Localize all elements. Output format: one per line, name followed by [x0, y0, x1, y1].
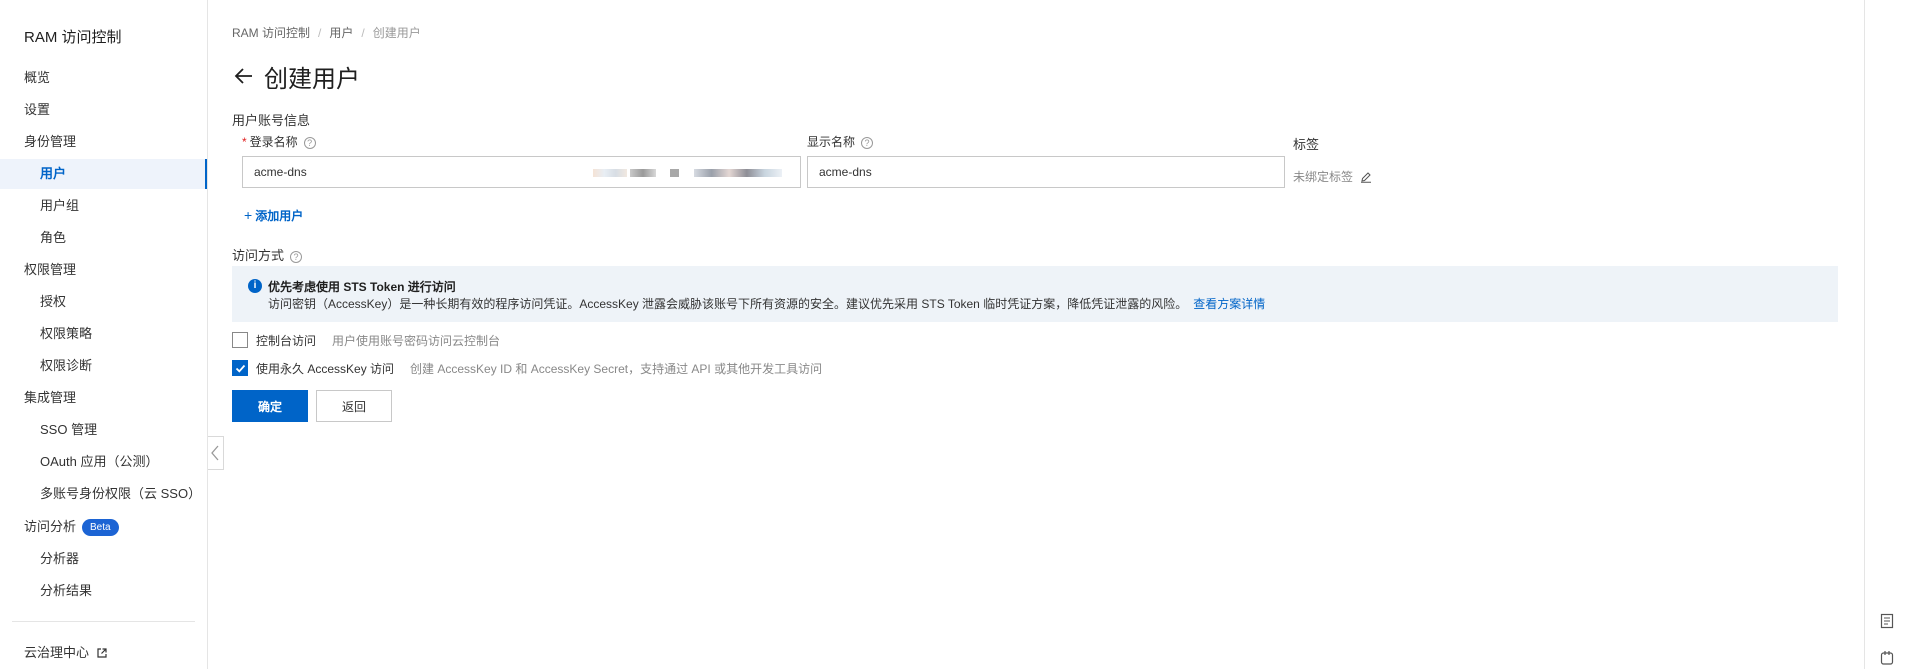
sidebar-item-sso[interactable]: SSO 管理: [40, 420, 97, 440]
edit-icon[interactable]: [1360, 171, 1372, 183]
redacted-text: [694, 169, 782, 177]
chevron-left-icon: [211, 445, 219, 461]
sidebar-item-users[interactable]: 用户: [40, 164, 66, 184]
beta-badge: Beta: [82, 519, 119, 536]
sidebar-title: RAM 访问控制: [24, 29, 122, 46]
tag-label: 标签: [1293, 137, 1320, 152]
access-section-label-text: 访问方式: [232, 248, 285, 263]
console-access-option[interactable]: 控制台访问 用户使用账号密码访问云控制台: [232, 331, 500, 349]
info-icon: i: [248, 279, 262, 293]
accesskey-label: 使用永久 AccessKey 访问: [256, 361, 395, 376]
console-access-checkbox[interactable]: [232, 332, 248, 348]
confirm-button[interactable]: 确定: [232, 390, 308, 422]
arrow-left-icon[interactable]: [232, 64, 256, 88]
display-name-input[interactable]: [807, 156, 1285, 188]
breadcrumb-separator: /: [318, 26, 322, 40]
page-header: 创建用户: [232, 60, 360, 93]
sidebar-group-integration[interactable]: 集成管理: [24, 388, 76, 408]
sidebar-collapse-button[interactable]: [208, 436, 224, 470]
breadcrumb-ram[interactable]: RAM 访问控制: [232, 26, 310, 40]
accesskey-checkbox[interactable]: [232, 360, 248, 376]
sidebar-item-users-active[interactable]: [0, 159, 207, 189]
sidebar-group-access-analysis[interactable]: 访问分析 Beta: [24, 517, 119, 537]
alert-body-text: 访问密钥（AccessKey）是一种长期有效的程序访问凭证。AccessKey …: [268, 297, 1188, 311]
page-title: 创建用户: [264, 65, 360, 93]
tag-value: 未绑定标签: [1293, 168, 1372, 185]
sidebar-item-multi-account[interactable]: 多账号身份权限（云 SSO）: [40, 484, 201, 504]
sidebar-item-diagnosis[interactable]: 权限诊断: [40, 356, 92, 376]
help-icon[interactable]: ?: [290, 251, 303, 263]
right-toolbar: [1864, 0, 1907, 669]
external-link-icon: [97, 648, 107, 658]
console-access-label: 控制台访问: [256, 333, 317, 348]
app-root: RAM 访问控制 概览 设置 身份管理 用户 用户组 角色 权限管理 授权 权限…: [0, 0, 1907, 669]
sidebar-item-grants[interactable]: 授权: [40, 292, 66, 312]
main-content: RAM 访问控制 / 用户 / 创建用户 创建用户 用户账号信息 *登录名称? 显示名称…: [232, 0, 1852, 669]
add-user-label: 添加用户: [255, 209, 304, 223]
accesskey-desc: 创建 AccessKey ID 和 AccessKey Secret，支持通过 …: [410, 361, 823, 376]
display-name-label: 显示名称?: [807, 133, 874, 150]
help-icon[interactable]: ?: [303, 137, 316, 149]
alert-title: 优先考虑使用 STS Token 进行访问: [268, 280, 456, 294]
document-icon[interactable]: [1879, 613, 1895, 629]
console-access-desc: 用户使用账号密码访问云控制台: [332, 333, 501, 348]
login-name-label: * 登录名称?: [242, 133, 316, 150]
sidebar-access-analysis-label: 访问分析: [24, 519, 77, 534]
sidebar-divider: [12, 621, 195, 622]
display-name-label-text: 显示名称: [807, 135, 856, 149]
tag-value-text: 未绑定标签: [1293, 170, 1354, 184]
access-section-label: 访问方式?: [232, 245, 303, 264]
redacted-text: [630, 169, 656, 177]
settings-icon[interactable]: [1879, 650, 1895, 666]
sidebar-item-analyzer[interactable]: 分析器: [40, 549, 79, 569]
sidebar-item-settings[interactable]: 设置: [24, 100, 50, 120]
redacted-text: [593, 169, 627, 177]
breadcrumb-current: 创建用户: [372, 26, 421, 40]
add-user-button[interactable]: + 添加用户: [244, 207, 303, 224]
alert-body: 访问密钥（AccessKey）是一种长期有效的程序访问凭证。AccessKey …: [268, 295, 1265, 312]
view-solution-link[interactable]: 查看方案详情: [1193, 297, 1265, 311]
plus-icon: +: [244, 207, 253, 223]
help-icon[interactable]: ?: [861, 137, 874, 149]
breadcrumb-separator: /: [361, 26, 365, 40]
sidebar-item-governance[interactable]: 云治理中心: [24, 643, 107, 663]
accesskey-option[interactable]: 使用永久 AccessKey 访问 创建 AccessKey ID 和 Acce…: [232, 359, 822, 377]
check-icon: [235, 364, 246, 373]
sidebar-group-identity[interactable]: 身份管理: [24, 132, 76, 152]
governance-label: 云治理中心: [24, 645, 90, 660]
sidebar-item-user-groups[interactable]: 用户组: [40, 196, 79, 216]
sidebar-item-policies[interactable]: 权限策略: [40, 324, 92, 344]
breadcrumb-users[interactable]: 用户: [329, 26, 353, 40]
sidebar: RAM 访问控制 概览 设置 身份管理 用户 用户组 角色 权限管理 授权 权限…: [0, 0, 208, 669]
sidebar-item-roles[interactable]: 角色: [40, 228, 66, 248]
required-marker: *: [242, 135, 247, 149]
active-indicator: [205, 159, 207, 189]
breadcrumb: RAM 访问控制 / 用户 / 创建用户: [232, 24, 421, 41]
redacted-text: [670, 169, 679, 177]
back-button[interactable]: 返回: [316, 390, 392, 422]
sidebar-item-results[interactable]: 分析结果: [40, 581, 92, 601]
info-alert: i 优先考虑使用 STS Token 进行访问 访问密钥（AccessKey）是…: [232, 266, 1838, 322]
sidebar-group-permissions[interactable]: 权限管理: [24, 260, 76, 280]
account-section-label: 用户账号信息: [232, 113, 311, 128]
sidebar-item-oauth[interactable]: OAuth 应用（公测）: [40, 452, 158, 472]
sidebar-item-overview[interactable]: 概览: [24, 68, 50, 88]
login-name-label-text: 登录名称: [249, 135, 298, 149]
